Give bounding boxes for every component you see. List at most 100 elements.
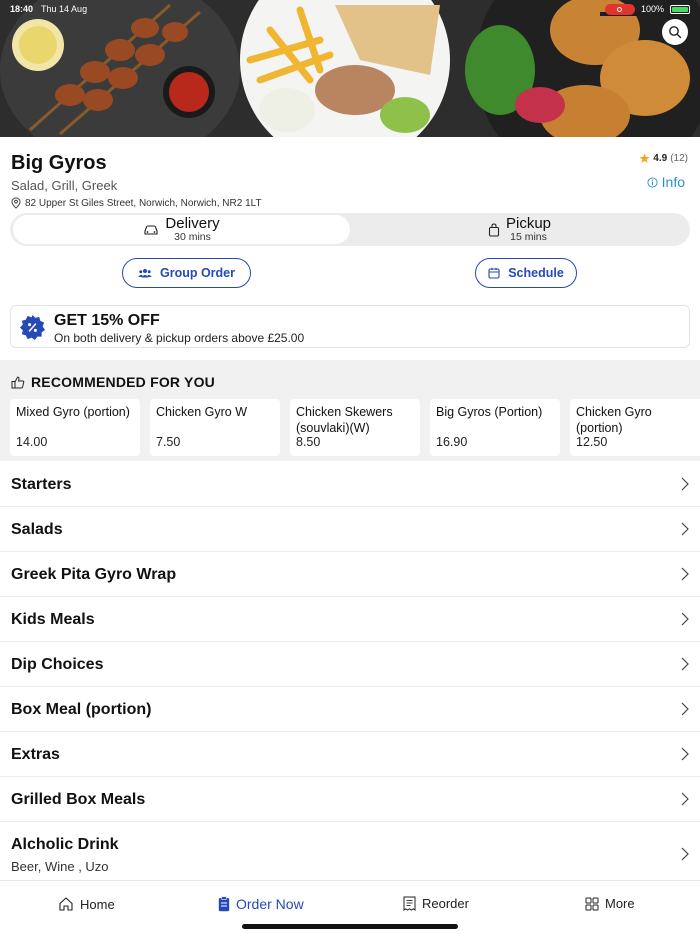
chevron-right-icon: [681, 612, 689, 626]
category-row-starters[interactable]: Starters: [0, 462, 700, 507]
pickup-label: Pickup: [505, 215, 552, 233]
chevron-right-icon: [681, 702, 689, 716]
home-indicator[interactable]: [242, 924, 458, 929]
hero-banner: [0, 0, 700, 137]
hero-food-image: [0, 0, 700, 137]
status-date: Thu 14 Aug: [41, 4, 88, 14]
delivery-option[interactable]: Delivery 30 mins: [13, 215, 350, 244]
chevron-right-icon: [681, 567, 689, 581]
search-button[interactable]: [662, 19, 688, 45]
receipt-icon: [403, 896, 416, 911]
schedule-label: Schedule: [508, 266, 564, 280]
category-title: Starters: [11, 476, 72, 493]
category-row-dip-choices[interactable]: Dip Choices: [0, 642, 700, 687]
chevron-right-icon: [681, 477, 689, 491]
recommended-card[interactable]: Big Gyros (Portion) 16.90: [430, 399, 560, 456]
shopping-bag-icon: [488, 222, 500, 237]
schedule-button[interactable]: Schedule: [475, 258, 577, 288]
category-row-kids-meals[interactable]: Kids Meals: [0, 597, 700, 642]
address-text: 82 Upper St Giles Street, Norwich, Norwi…: [25, 197, 262, 209]
nav-more-label: More: [605, 896, 635, 911]
nav-home[interactable]: Home: [58, 896, 115, 912]
recommended-card[interactable]: Chicken Gyro (portion) 12.50: [570, 399, 700, 456]
recommended-item-price: 14.00: [16, 435, 48, 449]
recommended-item-price: 7.50: [156, 435, 181, 449]
recommended-item-name: Chicken Gyro (portion): [576, 405, 652, 435]
category-subtitle: Beer, Wine , Uzo: [11, 859, 109, 874]
search-icon: [669, 26, 682, 39]
group-order-button[interactable]: Group Order: [122, 258, 251, 288]
recommended-card[interactable]: Chicken Skewers (souvlaki)(W) 8.50: [290, 399, 420, 456]
recommended-card[interactable]: Mixed Gyro (portion) 14.00: [10, 399, 140, 456]
nav-reorder[interactable]: Reorder: [403, 896, 469, 911]
car-icon: [144, 224, 158, 235]
location-pin-icon: [11, 197, 21, 209]
status-time: 18:40: [10, 4, 34, 14]
category-title: Box Meal (portion): [11, 701, 152, 718]
recommended-heading-text: RECOMMENDED FOR YOU: [31, 374, 215, 390]
category-title: Greek Pita Gyro Wrap: [11, 566, 177, 583]
rating: 4.9 (12): [639, 153, 688, 164]
category-row-greek-pita-gyro-wrap[interactable]: Greek Pita Gyro Wrap: [0, 552, 700, 597]
category-title: Extras: [11, 746, 60, 763]
thumbs-up-icon: [11, 376, 25, 388]
delivery-time: 30 mins: [174, 230, 211, 243]
category-row-grilled-box-meals[interactable]: Grilled Box Meals: [0, 777, 700, 822]
promo-banner[interactable]: GET 15% OFF On both delivery & pickup or…: [10, 305, 690, 348]
info-label: Info: [661, 174, 685, 190]
home-icon: [59, 897, 73, 911]
nav-order-now[interactable]: Order Now: [218, 896, 304, 912]
chevron-right-icon: [681, 522, 689, 536]
recommended-item-price: 16.90: [436, 435, 468, 449]
pickup-option[interactable]: Pickup 15 mins: [352, 215, 687, 244]
category-row-alcholic-drink[interactable]: Alcholic Drink Beer, Wine , Uzo: [0, 822, 700, 880]
promo-title: GET 15% OFF: [54, 312, 160, 329]
chevron-right-icon: [681, 847, 689, 861]
calendar-icon: [488, 267, 500, 279]
group-icon: [138, 269, 152, 278]
delivery-pickup-toggle: Delivery 30 mins Pickup 15 mins: [10, 213, 690, 246]
rating-score: 4.9: [653, 153, 668, 164]
battery-icon: [670, 4, 690, 14]
group-order-label: Group Order: [159, 266, 235, 280]
star-icon: [640, 153, 650, 163]
recording-indicator-icon: [604, 3, 635, 15]
battery-percent: 100%: [640, 4, 664, 14]
category-row-extras[interactable]: Extras: [0, 732, 700, 777]
category-title: Grilled Box Meals: [11, 791, 146, 808]
recommended-section: RECOMMENDED FOR YOU Mixed Gyro (portion)…: [0, 360, 700, 461]
recommended-item-price: 8.50: [296, 435, 321, 449]
category-title: Dip Choices: [11, 656, 104, 673]
chevron-right-icon: [681, 747, 689, 761]
restaurant-name: Big Gyros: [11, 152, 107, 174]
promo-subtitle: On both delivery & pickup orders above £…: [54, 331, 305, 345]
recommended-item-name: Chicken Skewers (souvlaki)(W): [296, 405, 393, 435]
info-link[interactable]: Info: [647, 174, 685, 190]
restaurant-cuisine: Salad, Grill, Greek: [11, 178, 118, 193]
recommended-card[interactable]: Chicken Gyro W 7.50: [150, 399, 280, 456]
nav-reorder-label: Reorder: [422, 896, 469, 911]
discount-badge-icon: [19, 314, 46, 341]
recommended-item-name: Chicken Gyro W: [156, 405, 247, 419]
recommended-item-name: Mixed Gyro (portion): [16, 405, 130, 419]
status-bar: 18:40 Thu 14 Aug 100%: [0, 0, 700, 18]
pickup-time: 15 mins: [510, 230, 547, 243]
recommended-item-price: 12.50: [576, 435, 608, 449]
order-clipboard-icon: [218, 896, 230, 912]
grid-icon: [585, 897, 599, 910]
nav-more[interactable]: More: [585, 896, 635, 911]
category-title: Alcholic Drink: [11, 836, 119, 853]
category-title: Kids Meals: [11, 611, 95, 628]
delivery-label: Delivery: [165, 215, 220, 233]
category-row-box-meal[interactable]: Box Meal (portion): [0, 687, 700, 732]
info-icon: [647, 176, 658, 188]
recommended-heading: RECOMMENDED FOR YOU: [11, 374, 215, 390]
nav-order-now-label: Order Now: [236, 896, 304, 912]
recommended-item-name: Big Gyros (Portion): [436, 405, 543, 419]
nav-home-label: Home: [80, 896, 115, 912]
chevron-right-icon: [681, 792, 689, 806]
category-title: Salads: [11, 521, 63, 538]
category-row-salads[interactable]: Salads: [0, 507, 700, 552]
restaurant-address: 82 Upper St Giles Street, Norwich, Norwi…: [11, 197, 262, 209]
rating-count: (12): [670, 153, 688, 164]
